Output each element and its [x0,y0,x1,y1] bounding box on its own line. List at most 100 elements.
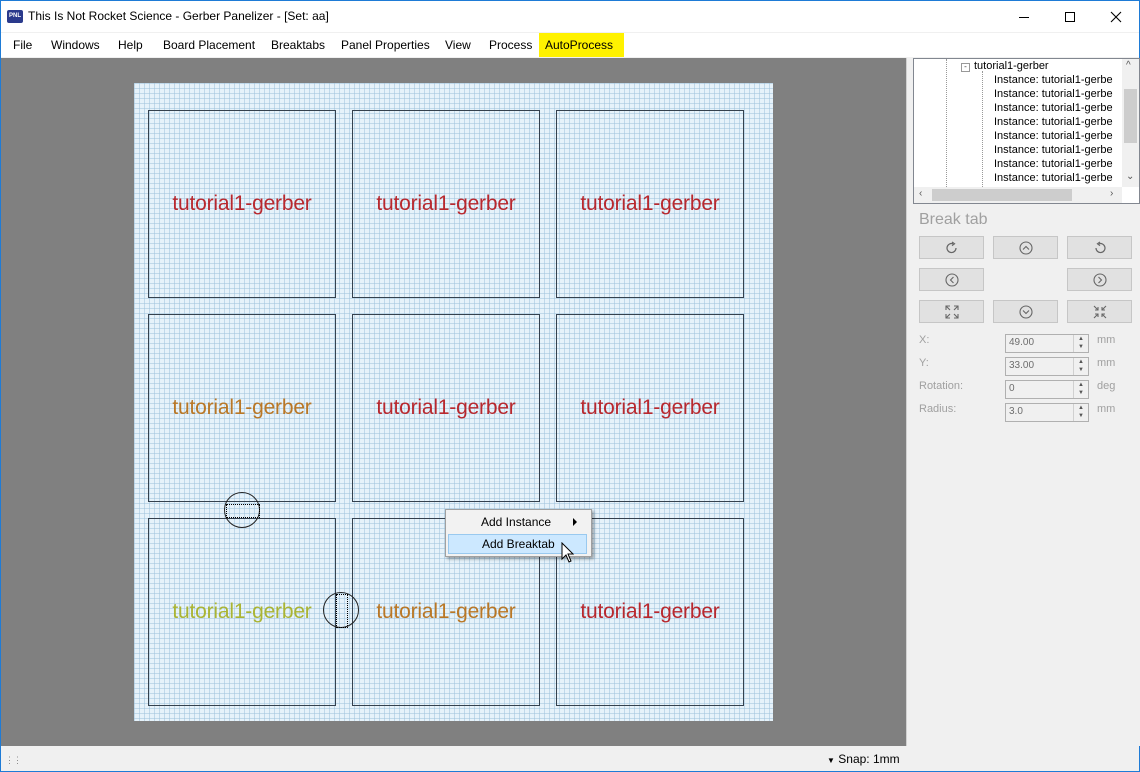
submenu-arrow-icon [573,518,577,526]
x-value: 49.00 [1009,337,1035,348]
menu-panel-properties[interactable]: Panel Properties [335,33,436,57]
move-up-button[interactable] [993,236,1058,259]
rotate-cw-button[interactable] [919,236,984,259]
radius-input[interactable]: 3.0 ▲ ▼ [1005,403,1089,422]
menu-windows[interactable]: Windows [45,33,106,57]
scroll-left-icon[interactable]: ‹ [919,188,922,199]
x-input[interactable]: 49.00 ▲ ▼ [1005,334,1089,353]
tree-instance-item[interactable]: Instance: tutorial1-gerbe [994,102,1113,114]
menu-breaktabs[interactable]: Breaktabs [265,33,331,57]
shrink-button[interactable] [1067,300,1132,323]
radius-label: Radius: [919,403,957,415]
context-add-instance[interactable]: Add Instance [448,512,587,532]
context-add-breaktab-label: Add Breaktab [482,537,555,551]
maximize-button[interactable] [1047,1,1093,32]
menu-autoprocess[interactable]: AutoProcess [539,33,624,57]
scroll-thumb[interactable] [1124,89,1137,143]
collapse-icon[interactable]: - [961,63,970,72]
tree-instance-item[interactable]: Instance: tutorial1-gerbe [994,130,1113,142]
tree-instance-item[interactable]: Instance: tutorial1-gerbe [994,88,1113,100]
menu-view[interactable]: View [439,33,477,57]
menu-file[interactable]: File [7,33,38,57]
rotate-ccw-button[interactable] [1067,236,1132,259]
menu-bar: File Windows Help Board Placement Breakt… [1,33,1139,57]
expand-button[interactable] [919,300,984,323]
move-up-icon [1018,240,1033,255]
close-icon [1110,11,1122,22]
scroll-up-icon[interactable]: ^ [1126,60,1131,71]
board-instance[interactable]: tutorial1-gerber [148,518,336,706]
menu-process[interactable]: Process [483,33,538,57]
spin-down-icon[interactable]: ▼ [1074,366,1088,374]
instance-tree[interactable]: - tutorial1-gerber Instance: tutorial1-g… [913,58,1140,204]
board-label: tutorial1-gerber [580,600,720,623]
board-label: tutorial1-gerber [580,192,720,215]
board-instance[interactable]: tutorial1-gerber [148,110,336,298]
minimize-button[interactable] [1001,1,1047,32]
rotation-stepper[interactable]: ▲ ▼ [1073,381,1088,398]
tree-root-item[interactable]: tutorial1-gerber [974,60,1049,72]
board-instance[interactable]: tutorial1-gerber [556,314,744,502]
menu-board-placement[interactable]: Board Placement [157,33,261,57]
radius-stepper[interactable]: ▲ ▼ [1073,404,1088,421]
board-label: tutorial1-gerber [580,396,720,419]
y-unit: mm [1097,357,1116,369]
snap-dropdown[interactable]: ▼ Snap: 1mm [827,752,900,766]
board-label: tutorial1-gerber [376,192,516,215]
move-right-icon [1092,272,1107,287]
board-instance[interactable]: tutorial1-gerber [556,110,744,298]
radius-unit: mm [1097,403,1116,415]
rotation-value: 0 [1009,383,1015,394]
move-left-button[interactable] [919,268,984,291]
move-down-button[interactable] [993,300,1058,323]
y-stepper[interactable]: ▲ ▼ [1073,358,1088,375]
move-left-icon [944,272,959,287]
board-instance[interactable]: tutorial1-gerber [148,314,336,502]
tree-instance-item[interactable]: Instance: tutorial1-gerbe [994,172,1113,184]
tree-instance-item[interactable]: Instance: tutorial1-gerbe [994,116,1113,128]
spin-up-icon[interactable]: ▲ [1074,358,1088,366]
x-label: X: [919,334,930,346]
spin-down-icon[interactable]: ▼ [1074,412,1088,420]
mouse-cursor-icon [561,542,575,563]
spin-up-icon[interactable]: ▲ [1074,381,1088,389]
rotation-input[interactable]: 0 ▲ ▼ [1005,380,1089,399]
panel-canvas[interactable]: tutorial1-gerber tutorial1-gerber tutori… [134,83,773,721]
tree-instance-item[interactable]: Instance: tutorial1-gerbe [994,158,1113,170]
x-stepper[interactable]: ▲ ▼ [1073,335,1088,352]
board-instance[interactable]: tutorial1-gerber [352,110,540,298]
spin-down-icon[interactable]: ▼ [1074,343,1088,351]
x-unit: mm [1097,334,1116,346]
status-bar: ⋮⋮ ▼ Snap: 1mm [1,746,1139,771]
breaktab[interactable] [224,492,260,528]
board-label: tutorial1-gerber [376,396,516,419]
scroll-down-icon[interactable]: ⌄ [1126,171,1134,182]
breaktab[interactable] [323,592,359,628]
move-right-button[interactable] [1067,268,1132,291]
scroll-thumb[interactable] [932,189,1072,201]
y-value: 33.00 [1009,360,1035,371]
close-button[interactable] [1093,1,1139,32]
rotate-cw-icon [945,241,957,253]
breaktab-mousebites [336,594,348,628]
tree-instance-item[interactable]: Instance: tutorial1-gerbe [994,144,1113,156]
tree-vertical-scrollbar[interactable]: ^ ⌄ [1122,59,1139,187]
tree-instance-item[interactable]: Instance: tutorial1-gerbe [994,74,1113,86]
menu-help[interactable]: Help [112,33,149,57]
grip-icon: ⋮⋮ [5,755,22,765]
shrink-icon [1093,305,1106,318]
scroll-right-icon[interactable]: › [1110,188,1113,199]
right-panel: - tutorial1-gerber Instance: tutorial1-g… [906,58,1140,746]
rotation-label: Rotation: [919,380,964,392]
board-label: tutorial1-gerber [172,396,312,419]
tree-horizontal-scrollbar[interactable]: ‹ › [914,187,1122,203]
spin-down-icon[interactable]: ▼ [1074,389,1088,397]
board-label: tutorial1-gerber [172,192,312,215]
board-instance[interactable]: tutorial1-gerber [352,314,540,502]
y-input[interactable]: 33.00 ▲ ▼ [1005,357,1089,376]
spin-up-icon[interactable]: ▲ [1074,335,1088,343]
maximize-icon [1065,11,1075,22]
spin-up-icon[interactable]: ▲ [1074,404,1088,412]
title-bar: PNL This Is Not Rocket Science - Gerber … [1,1,1139,32]
app-icon: PNL [7,10,23,23]
